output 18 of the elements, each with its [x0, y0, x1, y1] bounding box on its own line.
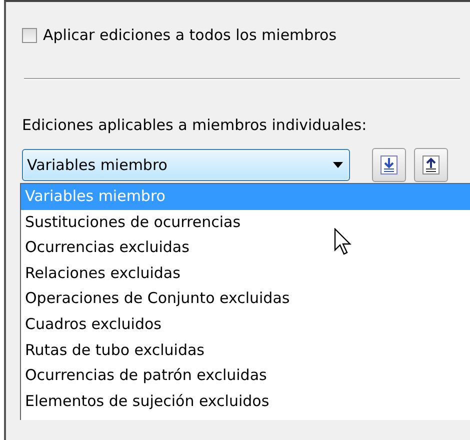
dropdown-option[interactable]: Operaciones de Conjunto excluidas [21, 286, 470, 312]
import-button[interactable] [372, 148, 406, 182]
upload-icon [422, 155, 440, 175]
dropdown-option[interactable]: Cuadros excluidos [21, 312, 470, 338]
checkbox[interactable] [22, 28, 37, 42]
section-label: Ediciones aplicables a miembros individuales: [22, 116, 367, 134]
dropdown-option[interactable]: Sustituciones de ocurrencias [21, 210, 470, 236]
caret-icon [333, 162, 343, 168]
download-icon [380, 155, 398, 175]
export-button[interactable] [414, 148, 448, 182]
dropdown-option[interactable]: Relaciones excluidas [21, 260, 470, 286]
dropdown-option[interactable]: Rutas de tubo excluidas [21, 338, 470, 364]
dropdown-option[interactable]: Elementos de sujeción excluidos [21, 388, 470, 414]
dropdown-option[interactable]: Ocurrencias de patrón excluidas [21, 363, 470, 389]
checkbox-label[interactable]: Aplicar ediciones a todos los miembros [43, 26, 337, 44]
dropdown[interactable]: Variables miembro [22, 149, 350, 181]
dropdown-option[interactable]: Ocurrencias excluidas [21, 235, 470, 261]
mouse-pointer-icon [334, 228, 352, 256]
